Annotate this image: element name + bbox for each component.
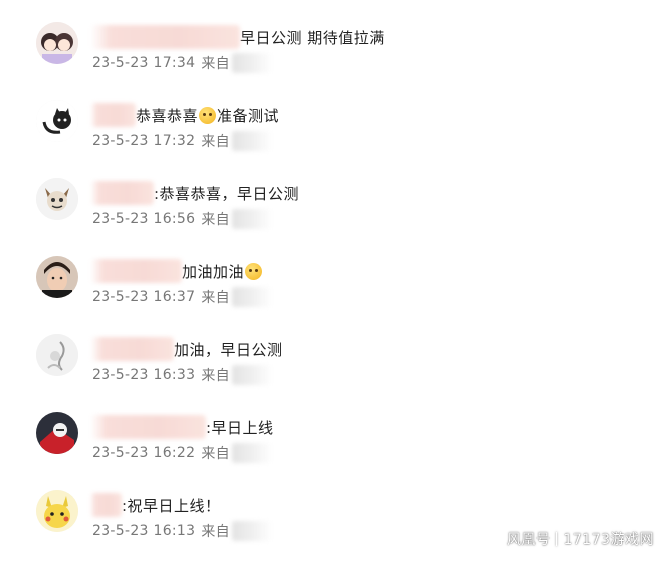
comment-time: 23-5-23 17:34 (92, 55, 196, 71)
source-blurred (231, 287, 272, 307)
comment-text: 加油加油 (182, 262, 245, 281)
username-blurred[interactable] (90, 103, 136, 127)
comment-item: 加油，早日公测 23-5-23 16:33 来自 (0, 334, 660, 412)
comment-time: 23-5-23 17:32 (92, 133, 196, 149)
source-blurred (231, 521, 272, 541)
username-blurred[interactable] (90, 493, 122, 517)
comment-time: 23-5-23 16:37 (92, 289, 196, 305)
username-blurred[interactable] (90, 259, 182, 283)
avatar[interactable] (36, 100, 78, 142)
username-blurred[interactable] (90, 415, 206, 439)
avatar[interactable] (36, 490, 78, 532)
watermark-divider (556, 532, 558, 546)
source-prefix: 来自 (201, 524, 230, 540)
source-prefix: 来自 (201, 212, 230, 228)
source-blurred (231, 53, 272, 73)
comment-item: :早日上线 23-5-23 16:22 来自 (0, 412, 660, 490)
source-prefix: 来自 (201, 134, 230, 150)
watermark-left: 风凰号 (506, 532, 551, 548)
username-blurred[interactable] (90, 181, 154, 205)
sketch-avatar-icon (36, 334, 78, 376)
comment-item: 早日公测 期待值拉满 23-5-23 17:34 来自 (0, 22, 660, 100)
watermark: 风凰号 17173游戏网 (507, 529, 654, 549)
avatar[interactable] (36, 256, 78, 298)
username-blurred[interactable] (90, 337, 174, 361)
source-prefix: 来自 (201, 290, 230, 306)
comment-item: :恭喜恭喜，早日公测 23-5-23 16:56 来自 (0, 178, 660, 256)
comment-text-after: 准备测试 (217, 106, 280, 125)
blushing-emoji-icon (245, 262, 263, 280)
comment-text: 早日公测 期待值拉满 (240, 28, 385, 47)
red-character-avatar-icon (36, 412, 78, 454)
smiling-emoji-icon (199, 106, 217, 124)
comment-text: :早日上线 (206, 418, 274, 437)
cat-avatar-icon (36, 100, 78, 142)
cartoon-avatar-icon (36, 178, 78, 220)
comment-text: :恭喜恭喜，早日公测 (154, 184, 300, 203)
comment-text: :祝早日上线！ (122, 496, 221, 515)
comment-time: 23-5-23 16:56 (92, 211, 196, 227)
avatar[interactable] (36, 412, 78, 454)
comment-text-before: 恭喜恭喜 (136, 106, 199, 125)
source-blurred (231, 131, 272, 151)
watermark-right: 17173游戏网 (563, 532, 654, 548)
pikachu-avatar-icon (36, 490, 78, 532)
comment-time: 23-5-23 16:33 (92, 367, 196, 383)
source-blurred (231, 365, 272, 385)
source-blurred (231, 443, 272, 463)
couple-avatar-icon (36, 22, 78, 64)
comment-item: 恭喜恭喜 准备测试 23-5-23 17:32 来自 (0, 100, 660, 178)
username-blurred[interactable] (90, 25, 240, 49)
source-prefix: 来自 (201, 446, 230, 462)
comment-item: 加油加油 23-5-23 16:37 来自 (0, 256, 660, 334)
source-blurred (231, 209, 272, 229)
avatar[interactable] (36, 22, 78, 64)
comment-time: 23-5-23 16:13 (92, 523, 196, 539)
source-prefix: 来自 (201, 368, 230, 384)
comment-page: { "comments": [ {"text": "早日公测 期待值拉满", "… (0, 0, 660, 553)
person-avatar-icon (36, 256, 78, 298)
avatar[interactable] (36, 334, 78, 376)
source-prefix: 来自 (201, 56, 230, 72)
comment-text: 加油，早日公测 (174, 340, 283, 359)
comment-time: 23-5-23 16:22 (92, 445, 196, 461)
avatar[interactable] (36, 178, 78, 220)
